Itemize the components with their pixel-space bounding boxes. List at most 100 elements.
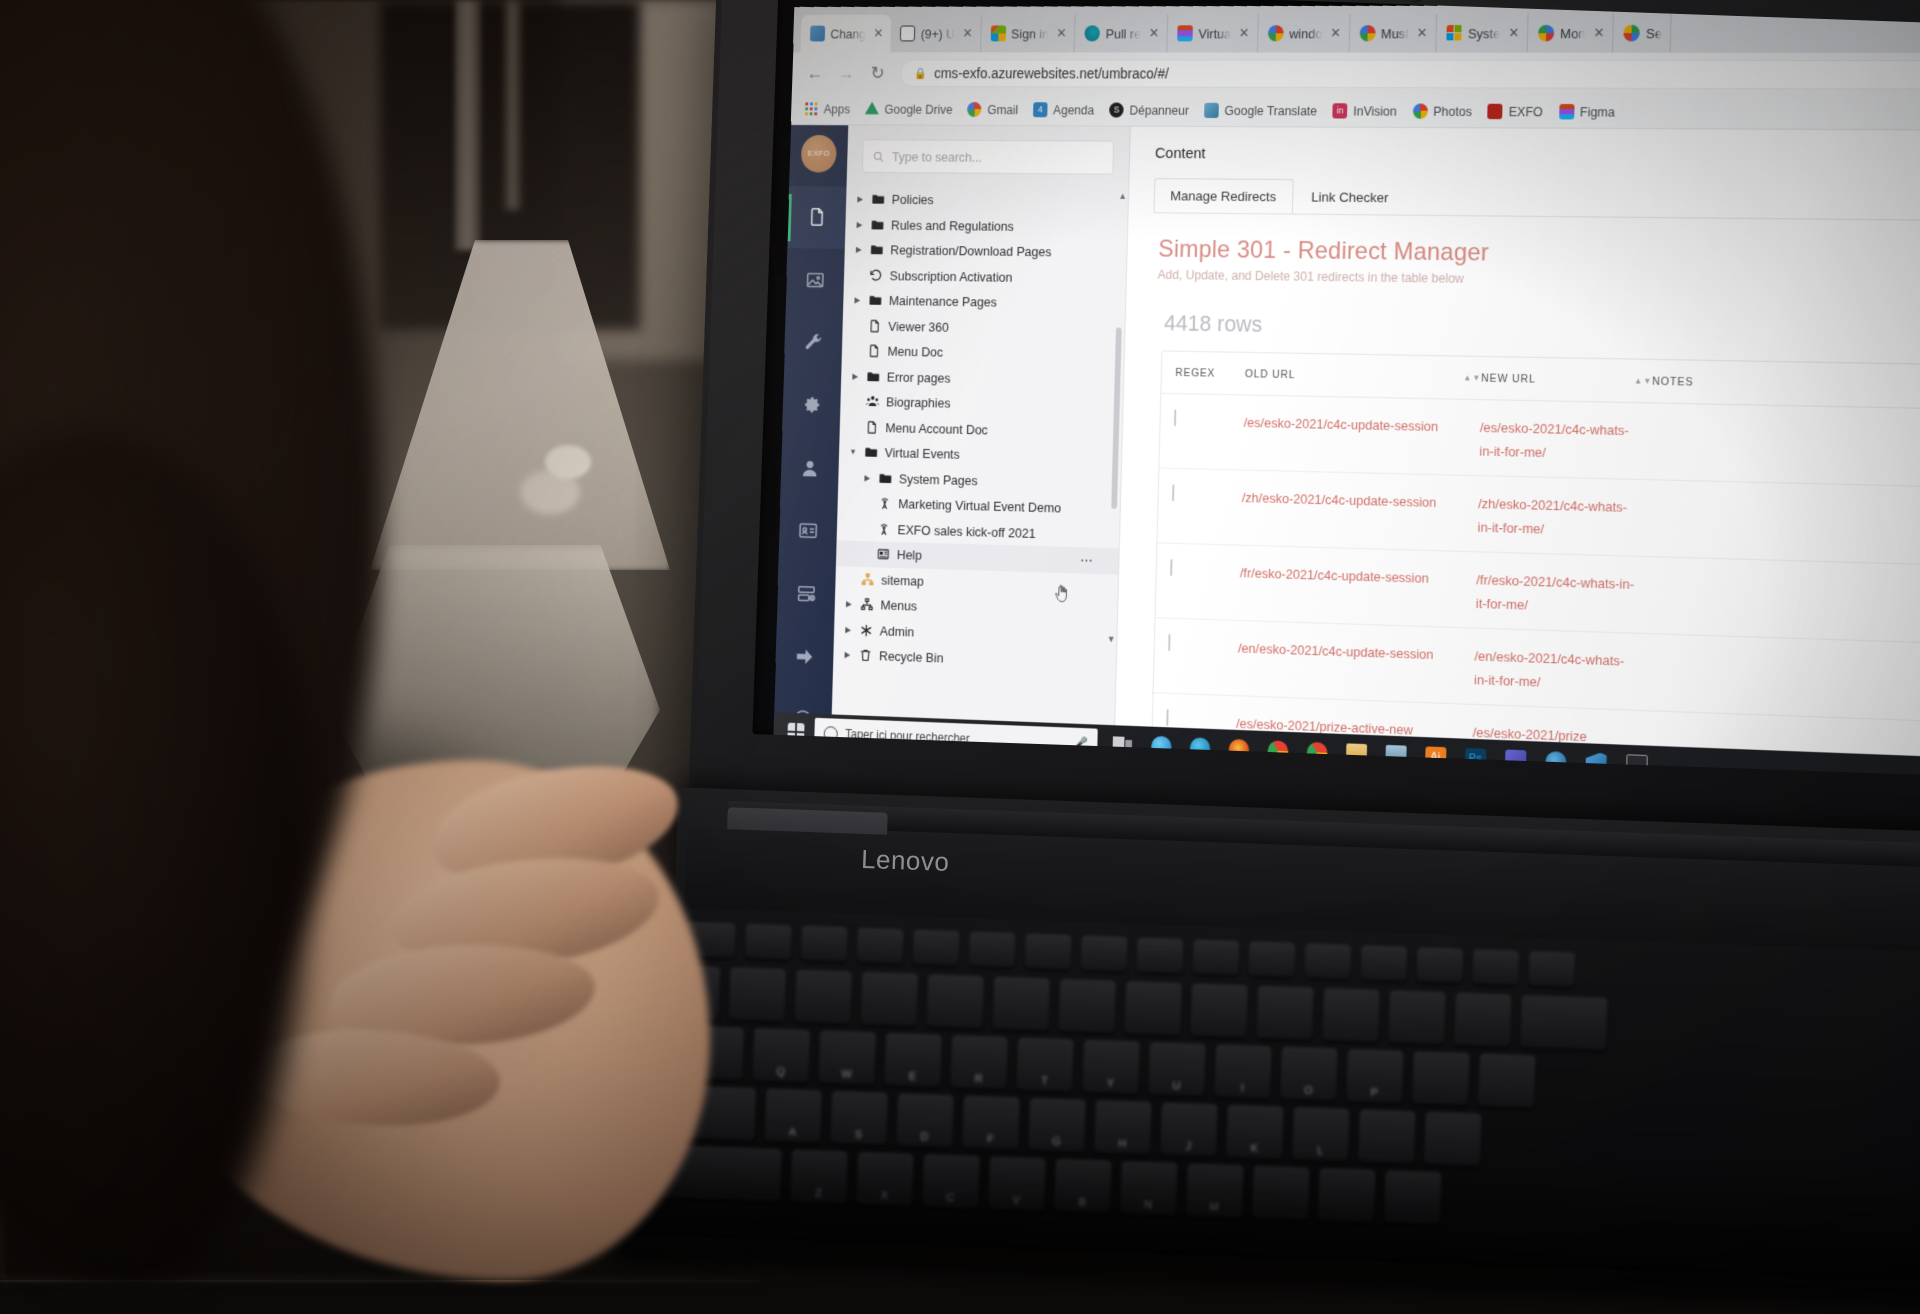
forward-icon[interactable]: → bbox=[836, 63, 855, 84]
avatar[interactable]: EXFO bbox=[801, 135, 837, 172]
bookmark-google-translate[interactable]: Google Translate bbox=[1204, 103, 1317, 119]
close-icon[interactable]: ✕ bbox=[1239, 25, 1250, 41]
key-y[interactable]: Y bbox=[1082, 1040, 1140, 1094]
key-1[interactable] bbox=[728, 967, 786, 1021]
key-f6[interactable] bbox=[1024, 934, 1071, 970]
sidebar-item-users[interactable] bbox=[780, 436, 839, 500]
address-bar[interactable]: 🔒 cms-exfo.azurewebsites.net/umbraco/#/ bbox=[900, 59, 1920, 89]
browser-tab-2[interactable]: Sign in ✕ bbox=[981, 14, 1076, 52]
key-u[interactable]: U bbox=[1148, 1042, 1206, 1096]
bookmark-figma[interactable]: Figma bbox=[1559, 104, 1615, 120]
sidebar-item-members[interactable] bbox=[779, 499, 838, 563]
column-header-new-url[interactable]: NEW URL ▲▼ bbox=[1481, 372, 1652, 388]
key-9[interactable] bbox=[1256, 986, 1314, 1040]
browser-tab-9[interactable]: Se bbox=[1613, 13, 1671, 52]
key-t[interactable]: T bbox=[1016, 1037, 1074, 1091]
sidebar-item-media[interactable] bbox=[786, 248, 845, 311]
key-bracket-right[interactable] bbox=[1478, 1054, 1536, 1108]
tree-node-subscription-activation[interactable]: Subscription Activation bbox=[844, 262, 1126, 291]
close-icon[interactable]: ✕ bbox=[1330, 25, 1341, 41]
close-icon[interactable]: ✕ bbox=[1593, 25, 1604, 41]
column-header-old-url[interactable]: OLD URL ▲▼ bbox=[1245, 368, 1481, 385]
reload-icon[interactable]: ↻ bbox=[868, 63, 887, 84]
tree-node-actions-icon[interactable]: ⋯ bbox=[1080, 552, 1094, 569]
key-minus[interactable] bbox=[1388, 990, 1446, 1044]
key-f3[interactable] bbox=[857, 928, 904, 964]
old-url-cell[interactable]: /zh/esko-2021/c4c-update-session bbox=[1241, 487, 1479, 552]
key-backspace[interactable] bbox=[1520, 995, 1608, 1050]
sidebar-item-forms[interactable] bbox=[777, 561, 836, 626]
chevron-down-icon[interactable]: ▼ bbox=[848, 447, 858, 456]
bookmark-gmail[interactable]: Gmail bbox=[967, 102, 1018, 117]
bookmark-google-drive[interactable]: Google Drive bbox=[865, 102, 953, 117]
key-7[interactable] bbox=[1124, 981, 1182, 1035]
key-o[interactable]: O bbox=[1280, 1047, 1338, 1101]
key-4[interactable] bbox=[926, 974, 984, 1028]
close-icon[interactable]: ✕ bbox=[1148, 25, 1159, 41]
old-url-cell[interactable]: /fr/esko-2021/c4c-update-session bbox=[1239, 562, 1477, 628]
column-header-notes[interactable]: NOTES bbox=[1652, 375, 1734, 389]
key-i[interactable]: I bbox=[1214, 1044, 1272, 1098]
new-url-cell[interactable]: /zh/esko-2021/c4c-whats-in-it-for-me/ bbox=[1477, 493, 1650, 556]
key-5[interactable] bbox=[992, 977, 1050, 1031]
browser-tab-3[interactable]: Pull re ✕ bbox=[1075, 14, 1168, 52]
bookmark-agenda[interactable]: 4 Agenda bbox=[1033, 102, 1094, 117]
tab-manage-redirects[interactable]: Manage Redirects bbox=[1153, 178, 1293, 214]
key-f10[interactable] bbox=[1248, 941, 1295, 977]
key-3[interactable] bbox=[860, 972, 918, 1026]
key-w[interactable]: W bbox=[818, 1031, 876, 1085]
key-r[interactable]: R bbox=[950, 1035, 1008, 1089]
regex-checkbox[interactable] bbox=[1168, 634, 1170, 651]
key-f11[interactable] bbox=[1304, 943, 1351, 979]
sidebar-item-translation[interactable] bbox=[775, 624, 834, 689]
regex-checkbox[interactable] bbox=[1170, 559, 1172, 576]
key-f1[interactable] bbox=[745, 924, 792, 960]
key-f9[interactable] bbox=[1192, 940, 1239, 976]
scroll-down-icon[interactable]: ▼ bbox=[1107, 634, 1116, 644]
key-6[interactable] bbox=[1058, 979, 1116, 1033]
column-header-regex[interactable]: REGEX bbox=[1175, 366, 1245, 379]
sort-icon[interactable]: ▲▼ bbox=[1634, 376, 1652, 386]
sidebar-item-packages[interactable] bbox=[782, 373, 841, 437]
key-f7[interactable] bbox=[1080, 936, 1127, 972]
new-url-cell[interactable]: /es/esko-2021/c4c-whats-in-it-for-me/ bbox=[1479, 417, 1651, 480]
key-q[interactable]: Q bbox=[752, 1028, 810, 1082]
key-home[interactable] bbox=[1472, 949, 1519, 985]
bookmark-photos[interactable]: Photos bbox=[1412, 104, 1472, 120]
browser-tab-8[interactable]: Mon ✕ bbox=[1528, 14, 1614, 53]
browser-tab-4[interactable]: Virtua ✕ bbox=[1167, 14, 1258, 52]
regex-checkbox[interactable] bbox=[1166, 709, 1168, 726]
tree-node-registration-download-pages[interactable]: ▶ Registration/Download Pages bbox=[844, 237, 1126, 266]
close-icon[interactable]: ✕ bbox=[873, 26, 884, 42]
browser-tab-0[interactable]: Chang ✕ bbox=[800, 15, 891, 53]
browser-tab-7[interactable]: Syste ✕ bbox=[1436, 14, 1529, 53]
key-bracket-left[interactable] bbox=[1412, 1051, 1470, 1105]
new-url-cell[interactable]: /en/esko-2021/c4c-whats-in-it-for-me/ bbox=[1473, 645, 1646, 710]
browser-tab-1[interactable]: (9+) U ✕ bbox=[890, 15, 981, 53]
key-f12[interactable] bbox=[1360, 945, 1407, 981]
chevron-right-icon[interactable]: ▶ bbox=[850, 372, 860, 381]
sidebar-item-settings[interactable] bbox=[784, 311, 843, 375]
bookmark-apps[interactable]: Apps bbox=[804, 101, 850, 116]
regex-checkbox[interactable] bbox=[1174, 409, 1176, 426]
bookmark-invision[interactable]: in InVision bbox=[1333, 103, 1397, 118]
tab-link-checker[interactable]: Link Checker bbox=[1294, 179, 1406, 215]
key-0[interactable] bbox=[1322, 988, 1380, 1042]
regex-checkbox[interactable] bbox=[1172, 484, 1174, 501]
old-url-cell[interactable]: /es/esko-2021/c4c-update-session bbox=[1243, 412, 1481, 475]
key-equals[interactable] bbox=[1454, 993, 1512, 1047]
key-f5[interactable] bbox=[968, 932, 1015, 968]
search-input[interactable]: Type to search... bbox=[862, 139, 1114, 174]
chevron-right-icon[interactable]: ▶ bbox=[855, 220, 865, 229]
key-f4[interactable] bbox=[913, 930, 960, 966]
chevron-right-icon[interactable]: ▶ bbox=[843, 625, 853, 634]
chevron-right-icon[interactable]: ▶ bbox=[843, 650, 853, 659]
key-e[interactable]: E bbox=[884, 1033, 942, 1087]
key-delete[interactable] bbox=[1416, 947, 1463, 983]
chevron-right-icon[interactable]: ▶ bbox=[853, 296, 863, 305]
tree-scroll-region[interactable]: ▶ Policies ▶ Rules and Regulations bbox=[831, 183, 1129, 764]
key-p[interactable]: P bbox=[1346, 1049, 1404, 1103]
browser-tab-5[interactable]: windo ✕ bbox=[1258, 14, 1350, 53]
key-end[interactable] bbox=[1528, 951, 1575, 987]
tree-node-rules-and-regulations[interactable]: ▶ Rules and Regulations bbox=[845, 212, 1127, 240]
